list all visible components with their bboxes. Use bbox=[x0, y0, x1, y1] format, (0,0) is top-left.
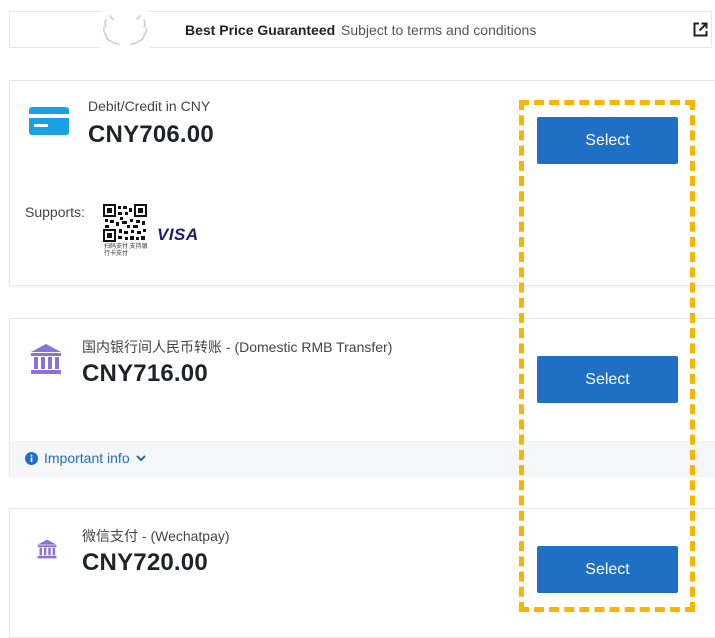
select-button[interactable]: Select bbox=[537, 117, 678, 164]
payment-price: CNY716.00 bbox=[82, 360, 208, 387]
payment-method-name: 国内银行间人民币转账 - (Domestic RMB Transfer) bbox=[82, 339, 393, 355]
best-price-banner: Best Price Guaranteed Subject to terms a… bbox=[9, 6, 712, 56]
payment-price: CNY720.00 bbox=[82, 549, 208, 576]
laurel-wreath-icon bbox=[95, 6, 155, 56]
qr-caption: 扫码支付 支持银行卡支付 bbox=[104, 244, 148, 257]
payment-method-name: 微信支付 - (Wechatpay) bbox=[82, 528, 230, 544]
info-icon bbox=[25, 451, 38, 465]
visa-logo: VISA bbox=[157, 225, 199, 244]
important-info-label: Important info bbox=[44, 450, 130, 466]
supports-label: Supports: bbox=[25, 204, 85, 220]
payment-method-name: Debit/Credit in CNY bbox=[88, 98, 211, 114]
important-info-toggle[interactable]: Important info bbox=[25, 450, 146, 466]
select-button[interactable]: Select bbox=[537, 546, 678, 593]
bank-icon bbox=[37, 539, 57, 559]
qr-code-icon bbox=[103, 204, 147, 242]
external-link-icon[interactable] bbox=[693, 22, 708, 37]
payment-price: CNY706.00 bbox=[88, 121, 214, 148]
payment-option-card: Debit/Credit in CNY CNY706.00 Select Sup… bbox=[9, 80, 715, 286]
bank-icon bbox=[31, 344, 61, 374]
important-info-bar: Important info bbox=[10, 441, 715, 477]
chevron-down-icon bbox=[135, 454, 146, 461]
best-price-title: Best Price Guaranteed bbox=[185, 22, 336, 38]
terms-text: Subject to terms and conditions bbox=[341, 22, 537, 38]
payment-option-card: 国内银行间人民币转账 - (Domestic RMB Transfer) CNY… bbox=[9, 318, 715, 477]
payment-option-card: 微信支付 - (Wechatpay) CNY720.00 Select bbox=[9, 508, 715, 638]
select-button[interactable]: Select bbox=[537, 356, 678, 403]
credit-card-icon bbox=[29, 107, 69, 135]
